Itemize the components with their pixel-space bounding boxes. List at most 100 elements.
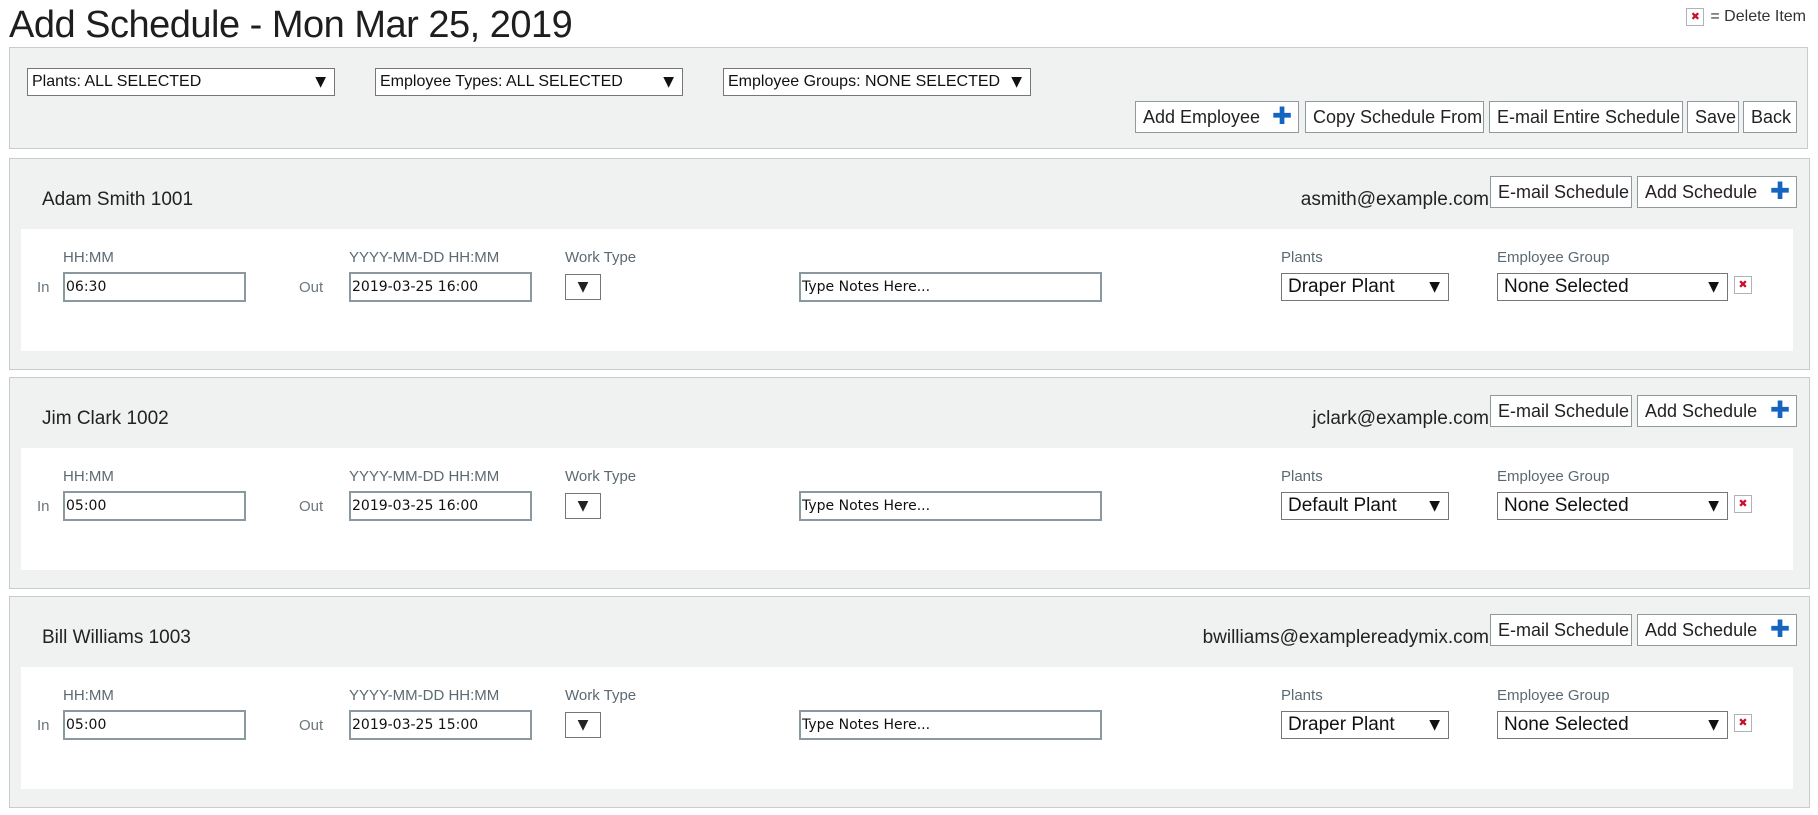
- add-schedule-button[interactable]: Add Schedule ✚: [1637, 395, 1797, 427]
- plus-icon: ✚: [1769, 396, 1790, 424]
- email-schedule-button[interactable]: E-mail Schedule: [1490, 176, 1632, 208]
- out-label: Out: [299, 498, 324, 515]
- employee-name: Bill Williams 1003: [42, 627, 191, 648]
- dropdown-arrow-icon: ▼: [577, 717, 589, 733]
- plant-select-value: Default Plant: [1288, 495, 1397, 516]
- add-schedule-label: Add Schedule: [1645, 620, 1758, 640]
- notes-input[interactable]: Type Notes Here...: [799, 272, 1102, 302]
- in-time-input[interactable]: 05:00: [63, 491, 246, 521]
- employee-group-label: Employee Group: [1497, 687, 1610, 704]
- plus-icon: ✚: [1271, 102, 1292, 130]
- dropdown-arrow-icon: ▼: [1708, 279, 1719, 295]
- back-button[interactable]: Back: [1743, 101, 1797, 133]
- notes-input[interactable]: Type Notes Here...: [799, 710, 1102, 740]
- work-type-label: Work Type: [565, 687, 637, 704]
- email-schedule-button[interactable]: E-mail Schedule: [1490, 614, 1632, 646]
- employee-groups-filter-label: Employee Groups: NONE SELECTED: [728, 73, 1001, 90]
- employee-card: Bill Williams 1003 bwilliams@exampleread…: [9, 596, 1810, 808]
- out-datetime-input[interactable]: 2019-03-25 16:00: [349, 272, 532, 302]
- plant-select-value: Draper Plant: [1288, 276, 1395, 297]
- delete-x-icon: [1686, 8, 1705, 26]
- employee-group-label: Employee Group: [1497, 249, 1610, 266]
- add-schedule-button[interactable]: Add Schedule ✚: [1637, 176, 1797, 208]
- schedule-row: HH:MM YYYY-MM-DD HH:MM Work Type Plants …: [21, 229, 1793, 351]
- employee-email: bwilliams@examplereadymix.com: [1202, 627, 1489, 648]
- add-employee-label: Add Employee: [1143, 107, 1261, 127]
- dropdown-arrow-icon: ▼: [1708, 717, 1719, 733]
- email-schedule-button[interactable]: E-mail Schedule: [1490, 395, 1632, 427]
- plant-select[interactable]: Draper Plant ▼: [1281, 711, 1449, 739]
- employee-card: Adam Smith 1001 asmith@example.com E-mai…: [9, 158, 1810, 370]
- work-type-label: Work Type: [565, 249, 637, 266]
- employee-group-value: None Selected: [1504, 495, 1629, 516]
- plants-label: Plants: [1281, 249, 1323, 266]
- employee-types-filter-label: Employee Types: ALL SELECTED: [380, 73, 623, 90]
- plus-icon: ✚: [1769, 177, 1790, 205]
- notes-input[interactable]: Type Notes Here...: [799, 491, 1102, 521]
- in-label: In: [37, 498, 50, 515]
- schedule-row: HH:MM YYYY-MM-DD HH:MM Work Type Plants …: [21, 448, 1793, 570]
- in-time-input[interactable]: 05:00: [63, 710, 246, 740]
- out-datetime-input[interactable]: 2019-03-25 15:00: [349, 710, 532, 740]
- in-time-hint: HH:MM: [63, 468, 114, 485]
- add-schedule-label: Add Schedule: [1645, 401, 1758, 421]
- schedule-row: HH:MM YYYY-MM-DD HH:MM Work Type Plants …: [21, 667, 1793, 789]
- employee-name: Jim Clark 1002: [42, 408, 169, 429]
- plus-icon: ✚: [1769, 615, 1790, 643]
- in-time-hint: HH:MM: [63, 687, 114, 704]
- employee-groups-filter-select[interactable]: Employee Groups: NONE SELECTED ▼: [723, 68, 1031, 96]
- plants-filter-select[interactable]: Plants: ALL SELECTED ▼: [27, 68, 335, 96]
- dropdown-arrow-icon: ▼: [577, 498, 589, 514]
- employee-card: Jim Clark 1002 jclark@example.com E-mail…: [9, 377, 1810, 589]
- employee-group-label: Employee Group: [1497, 468, 1610, 485]
- email-entire-schedule-button[interactable]: E-mail Entire Schedule: [1489, 101, 1683, 133]
- employee-group-value: None Selected: [1504, 714, 1629, 735]
- plants-label: Plants: [1281, 468, 1323, 485]
- out-datetime-input[interactable]: 2019-03-25 16:00: [349, 491, 532, 521]
- out-time-hint: YYYY-MM-DD HH:MM: [349, 249, 500, 266]
- delete-schedule-icon[interactable]: [1734, 276, 1752, 294]
- employee-group-select[interactable]: None Selected ▼: [1497, 273, 1728, 301]
- employee-group-select[interactable]: None Selected ▼: [1497, 711, 1728, 739]
- plant-select-value: Draper Plant: [1288, 714, 1395, 735]
- work-type-select[interactable]: ▼: [565, 274, 601, 300]
- dropdown-arrow-icon: ▼: [663, 74, 674, 90]
- in-label: In: [37, 279, 50, 296]
- plant-select[interactable]: Default Plant ▼: [1281, 492, 1449, 520]
- employee-email: jclark@example.com: [1312, 408, 1489, 429]
- dropdown-arrow-icon: ▼: [1429, 498, 1440, 514]
- plants-label: Plants: [1281, 687, 1323, 704]
- work-type-label: Work Type: [565, 468, 637, 485]
- save-button[interactable]: Save: [1687, 101, 1739, 133]
- plant-select[interactable]: Draper Plant ▼: [1281, 273, 1449, 301]
- in-label: In: [37, 717, 50, 734]
- page-title: Add Schedule - Mon Mar 25, 2019: [9, 4, 573, 46]
- employee-group-select[interactable]: None Selected ▼: [1497, 492, 1728, 520]
- add-employee-button[interactable]: Add Employee ✚: [1135, 101, 1299, 133]
- employee-group-value: None Selected: [1504, 276, 1629, 297]
- delete-legend: = Delete Item: [1686, 8, 1806, 26]
- delete-schedule-icon[interactable]: [1734, 714, 1752, 732]
- dropdown-arrow-icon: ▼: [1429, 279, 1440, 295]
- dropdown-arrow-icon: ▼: [315, 74, 326, 90]
- toolbar: Plants: ALL SELECTED ▼ Employee Types: A…: [9, 47, 1808, 149]
- in-time-input[interactable]: 06:30: [63, 272, 246, 302]
- employee-email: asmith@example.com: [1300, 189, 1489, 210]
- plants-filter-label: Plants: ALL SELECTED: [32, 73, 202, 90]
- delete-legend-text: = Delete Item: [1710, 8, 1806, 25]
- dropdown-arrow-icon: ▼: [1011, 74, 1022, 90]
- dropdown-arrow-icon: ▼: [1429, 717, 1440, 733]
- work-type-select[interactable]: ▼: [565, 712, 601, 738]
- copy-schedule-from-button[interactable]: Copy Schedule From: [1305, 101, 1484, 133]
- out-time-hint: YYYY-MM-DD HH:MM: [349, 468, 500, 485]
- add-schedule-button[interactable]: Add Schedule ✚: [1637, 614, 1797, 646]
- add-schedule-label: Add Schedule: [1645, 182, 1758, 202]
- employee-name: Adam Smith 1001: [42, 189, 194, 210]
- employee-types-filter-select[interactable]: Employee Types: ALL SELECTED ▼: [375, 68, 683, 96]
- work-type-select[interactable]: ▼: [565, 493, 601, 519]
- in-time-hint: HH:MM: [63, 249, 114, 266]
- out-label: Out: [299, 279, 324, 296]
- out-time-hint: YYYY-MM-DD HH:MM: [349, 687, 500, 704]
- delete-schedule-icon[interactable]: [1734, 495, 1752, 513]
- dropdown-arrow-icon: ▼: [1708, 498, 1719, 514]
